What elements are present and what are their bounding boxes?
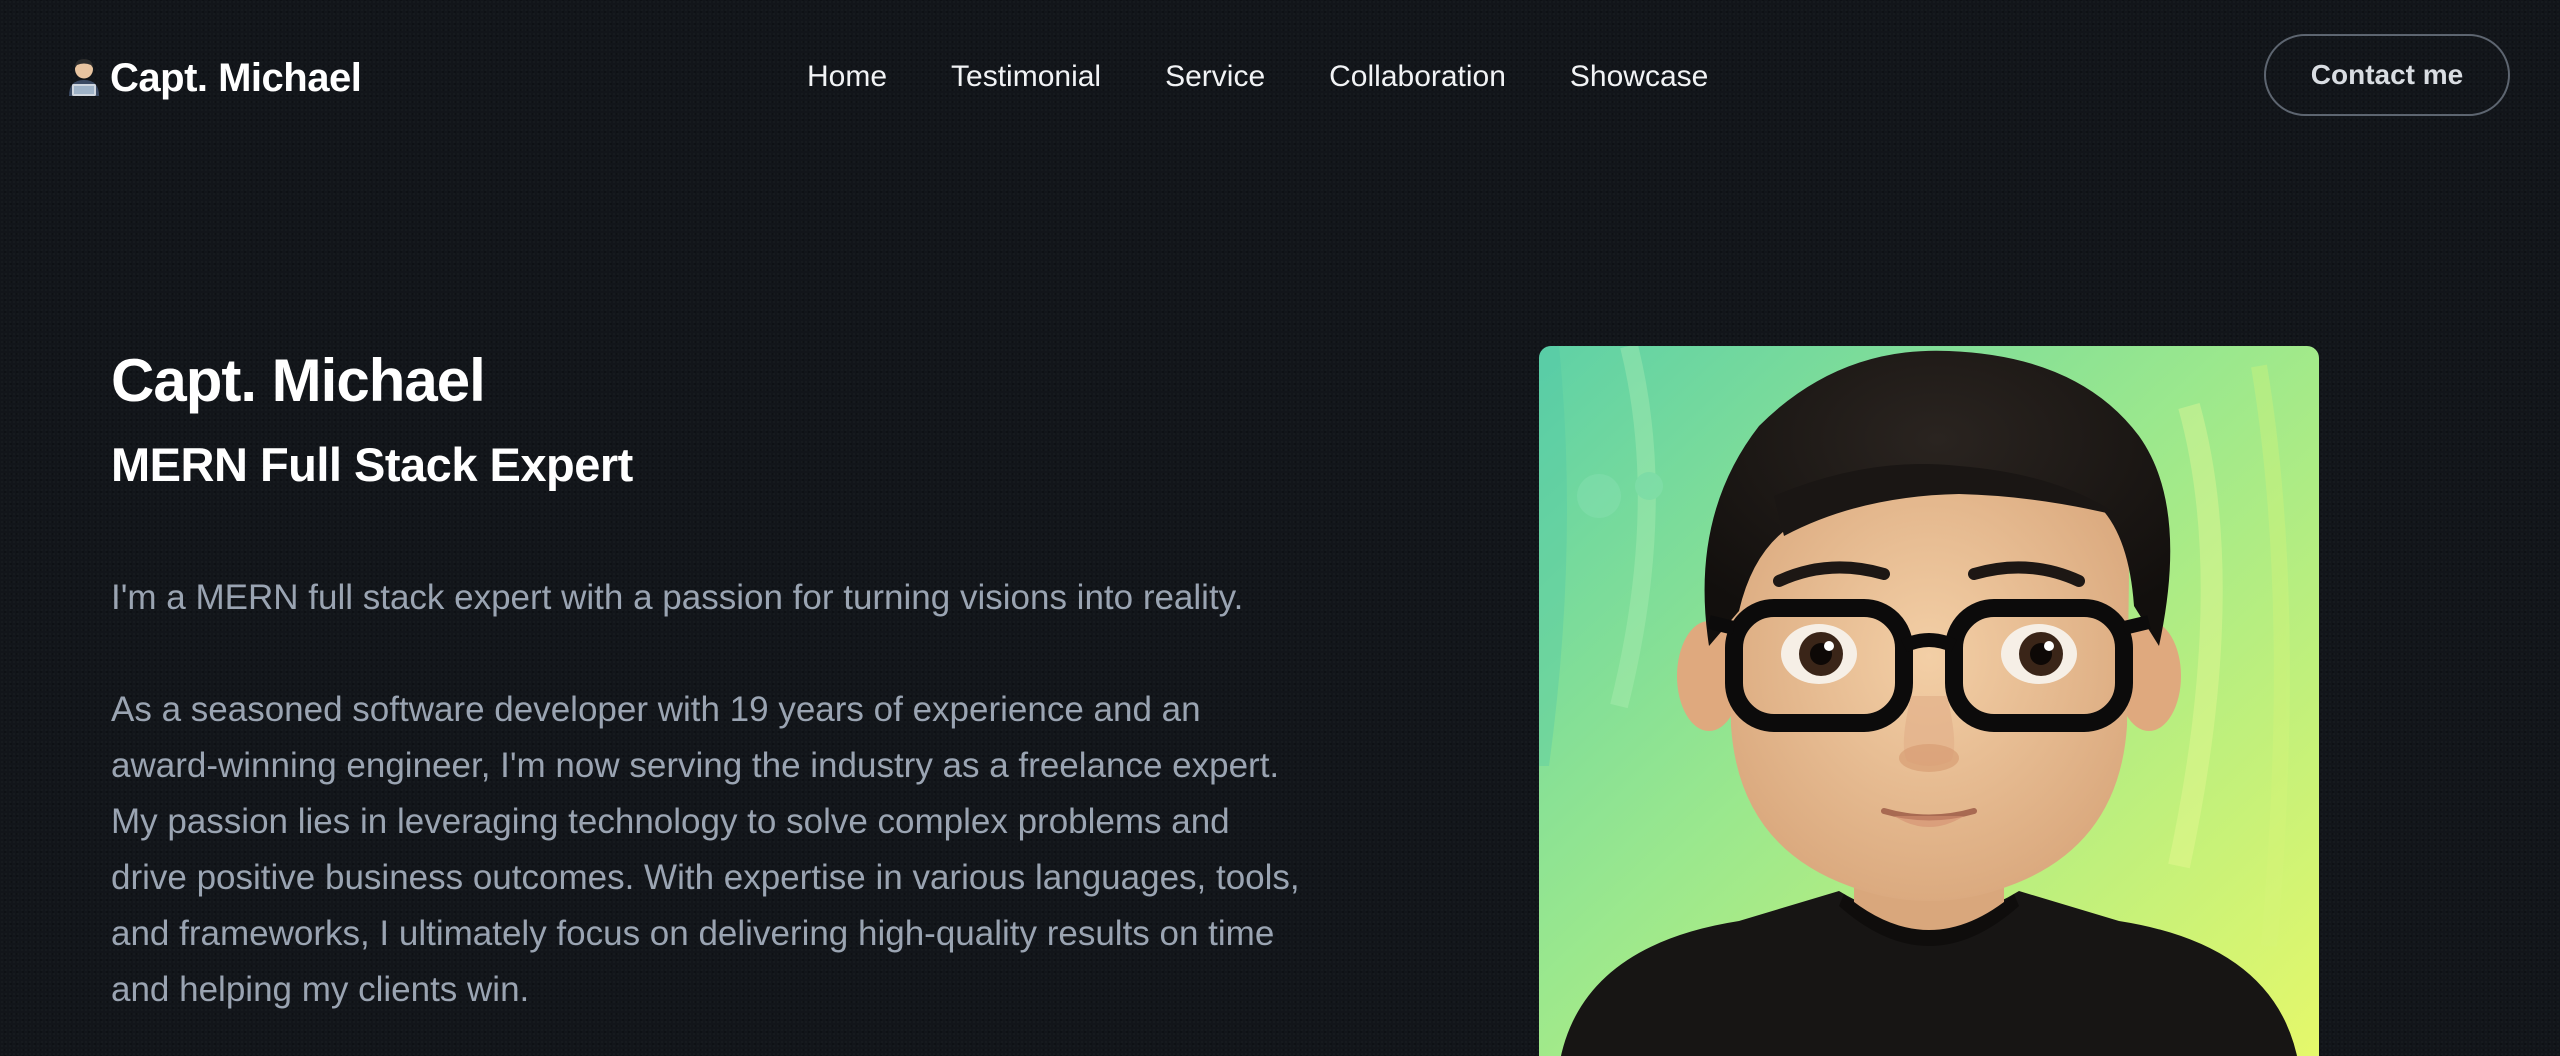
nav-item-showcase[interactable]: Showcase xyxy=(1570,60,1708,94)
brand-logo-link[interactable]: Capt. Michael xyxy=(66,50,362,106)
hero-bio: As a seasoned software developer with 19… xyxy=(111,690,1300,1009)
hero-name: Capt. Michael xyxy=(111,347,486,414)
contact-me-button[interactable]: Contact me xyxy=(2264,34,2510,116)
avatar-illustration xyxy=(1539,346,2319,1056)
technologist-emoji-icon xyxy=(66,58,102,98)
main-nav: Home Testimonial Service Collaboration S… xyxy=(807,52,1708,102)
hero-role: MERN Full Stack Expert xyxy=(111,438,633,491)
nav-item-service[interactable]: Service xyxy=(1165,60,1265,94)
nav-item-home[interactable]: Home xyxy=(807,60,887,94)
hero-intro: I'm a MERN full stack expert with a pass… xyxy=(111,578,1244,617)
nav-item-testimonial[interactable]: Testimonial xyxy=(951,60,1101,94)
avatar xyxy=(1539,346,2319,1056)
brand-name: Capt. Michael xyxy=(110,55,362,100)
nav-item-collaboration[interactable]: Collaboration xyxy=(1329,60,1506,94)
site-header: Capt. Michael Home Testimonial Service C… xyxy=(0,0,2560,154)
